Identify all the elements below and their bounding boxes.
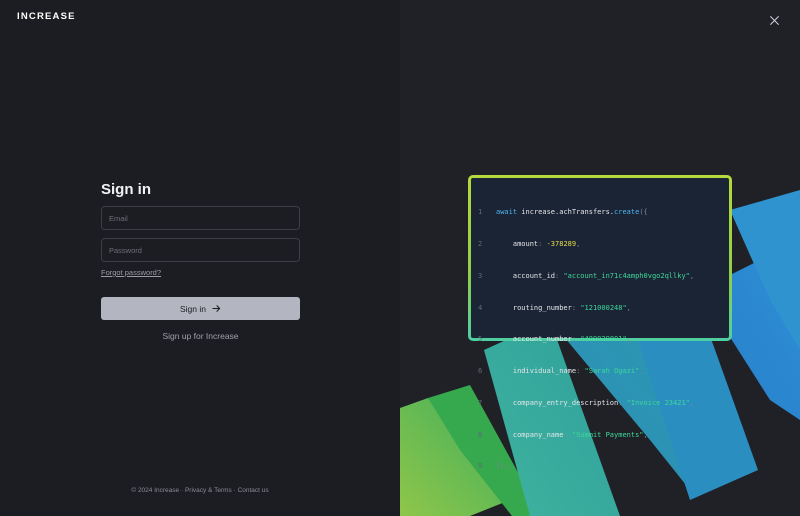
line-number: 4 xyxy=(478,303,483,312)
code-sample-card: 1 await increase.achTransfers.create({ 2 … xyxy=(468,175,732,470)
forgot-password-link[interactable]: Forgot password? xyxy=(101,268,161,277)
footer-separator: · xyxy=(180,487,184,494)
code-line: 4 routing_number: "121000248", xyxy=(478,303,631,312)
code-value: "account_in71c4amph0vgo2qllky" xyxy=(563,271,690,280)
code-key: individual_name xyxy=(512,367,577,376)
footer-separator: · xyxy=(233,487,236,494)
code-punct: }); xyxy=(496,462,509,471)
code-value: -378289 xyxy=(546,239,577,248)
email-field[interactable] xyxy=(101,206,300,230)
code-key: account_number xyxy=(512,335,572,344)
signin-form: Sign in Forgot password? Sign in Sign up… xyxy=(101,180,300,341)
code-line: 8 company_name: "Summit Payments", xyxy=(478,430,648,439)
contact-us-link[interactable]: Contact us xyxy=(238,487,269,494)
code-key: account_id xyxy=(512,271,556,280)
code-line: 9}); xyxy=(478,461,694,472)
code-line: 2 amount: -378289, xyxy=(478,239,581,248)
line-number: 7 xyxy=(478,398,483,407)
code-key: company_entry_description xyxy=(512,398,619,407)
code-line: 7 company_entry_description: "Invoice 23… xyxy=(478,398,695,407)
footer: © 2024 Increase · Privacy & Terms · Cont… xyxy=(0,487,400,494)
code-value: "Invoice 23421" xyxy=(626,398,690,407)
code-line: 5 account_number: "489839801", xyxy=(478,335,631,344)
line-number: 3 xyxy=(478,271,483,280)
line-number: 6 xyxy=(478,367,483,376)
code-keyword: await xyxy=(496,208,518,217)
privacy-terms-link[interactable]: Privacy & Terms xyxy=(185,487,232,494)
sign-in-button-label: Sign in xyxy=(180,303,206,314)
code-value: "Summit Payments" xyxy=(571,430,644,439)
sign-up-link[interactable]: Sign up for Increase xyxy=(101,331,300,341)
code-punct: ({ xyxy=(639,208,648,217)
code-block: 1 await increase.achTransfers.create({ 2 … xyxy=(478,186,694,493)
line-number: 8 xyxy=(478,430,483,439)
password-field[interactable] xyxy=(101,238,300,262)
code-object: increase.achTransfers. xyxy=(521,208,615,217)
code-line: 1 await increase.achTransfers.create({ xyxy=(478,207,694,218)
line-number: 9 xyxy=(478,462,483,471)
code-method: create xyxy=(614,208,640,217)
code-key: company_name xyxy=(512,430,564,439)
code-value: "489839801" xyxy=(580,335,627,344)
line-number: 1 xyxy=(478,208,483,217)
copyright-text: © 2024 Increase xyxy=(131,487,180,494)
arrow-right-icon xyxy=(212,305,221,312)
line-number: 2 xyxy=(478,239,483,248)
page-title: Sign in xyxy=(101,181,151,198)
code-line: 3 account_id: "account_in71c4amph0vgo2ql… xyxy=(478,271,695,280)
code-key: routing_number xyxy=(512,303,572,312)
code-value: "Sarah Ogazi" xyxy=(584,367,640,376)
signin-panel: INCREASE Sign in Forgot password? Sign i… xyxy=(0,0,400,516)
code-key: amount xyxy=(512,239,539,248)
code-value: "121000248" xyxy=(580,303,627,312)
line-number: 5 xyxy=(478,335,483,344)
increase-logo[interactable]: INCREASE xyxy=(17,11,76,22)
close-icon[interactable] xyxy=(769,15,780,26)
code-line: 6 individual_name: "Sarah Ogazi", xyxy=(478,367,644,376)
sign-in-button[interactable]: Sign in xyxy=(101,297,300,320)
